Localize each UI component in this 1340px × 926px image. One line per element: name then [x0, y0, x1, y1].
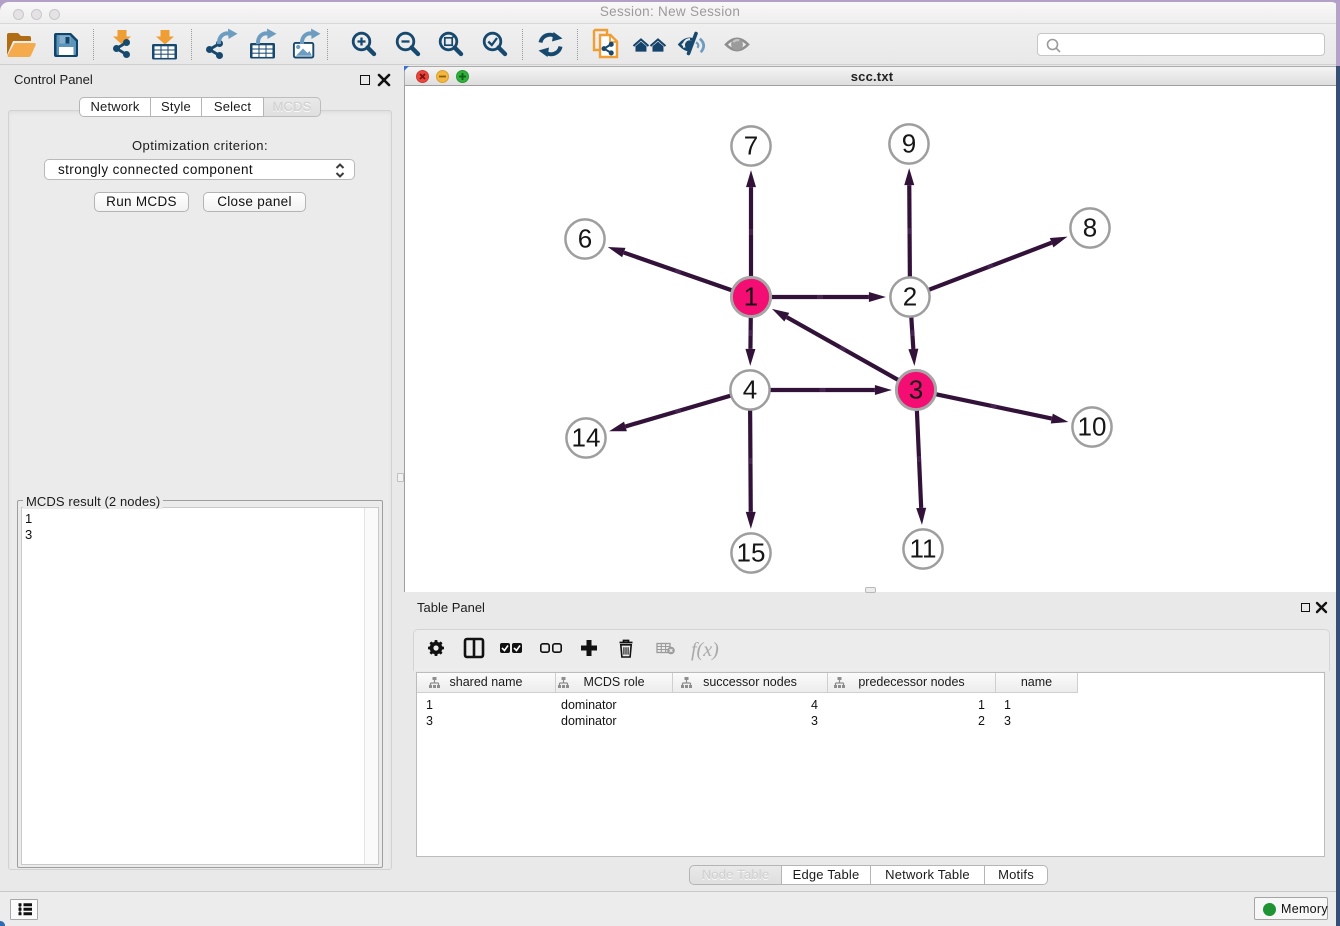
- svg-text:11: 11: [910, 534, 937, 564]
- svg-text:f(x): f(x): [691, 639, 719, 661]
- svg-text:10: 10: [1078, 412, 1107, 442]
- svg-text:8: 8: [1083, 213, 1097, 243]
- svg-text:1: 1: [744, 282, 758, 312]
- svg-text:2: 2: [903, 282, 917, 312]
- svg-text:4: 4: [743, 375, 757, 405]
- svg-text:3: 3: [909, 375, 923, 405]
- svg-text:6: 6: [578, 224, 592, 254]
- svg-text:14: 14: [572, 423, 601, 453]
- svg-text:7: 7: [744, 131, 758, 161]
- svg-text:9: 9: [902, 129, 916, 159]
- svg-text:15: 15: [737, 538, 766, 568]
